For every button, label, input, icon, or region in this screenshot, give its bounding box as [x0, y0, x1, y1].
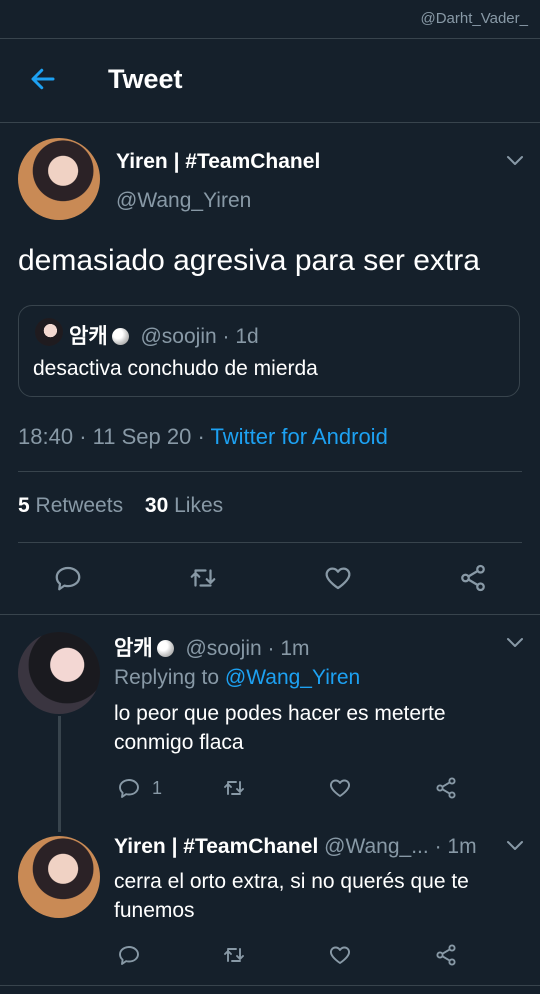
- reply-text: cerra el orto extra, si no querés que te…: [114, 867, 469, 925]
- tweet-date: 11 Sep 20: [92, 424, 192, 449]
- heart-icon[interactable]: [328, 776, 352, 800]
- author-name[interactable]: Yiren | #TeamChanel: [116, 150, 320, 174]
- quoted-author-handle: @soojin: [140, 325, 217, 348]
- author-avatar[interactable]: [18, 138, 100, 220]
- reply-author-name[interactable]: Yiren | #TeamChanel: [114, 835, 318, 858]
- tweet-text: demasiado agresiva para ser extra: [18, 244, 480, 277]
- quoted-time: · 1d: [222, 325, 259, 348]
- chevron-down-icon[interactable]: [506, 840, 524, 852]
- back-arrow-icon[interactable]: [28, 64, 58, 94]
- tweet-meta: 18:40 · 11 Sep 20 · Twitter for Android: [18, 424, 388, 449]
- reply-author-handle[interactable]: @soojin: [185, 637, 261, 660]
- reply-icon[interactable]: [117, 776, 141, 800]
- chevron-down-icon[interactable]: [506, 637, 524, 649]
- share-icon[interactable]: [434, 776, 458, 800]
- reply-author-name[interactable]: 암캐: [114, 637, 153, 660]
- bottom-divider: [0, 985, 540, 986]
- section-divider: [0, 614, 540, 615]
- reply-icon[interactable]: [53, 563, 83, 593]
- heart-icon[interactable]: [323, 563, 353, 593]
- meta-divider: [18, 471, 522, 472]
- tweet-time: 18:40: [18, 424, 74, 449]
- retweet-icon[interactable]: [188, 563, 218, 593]
- thread-connector-line: [58, 716, 61, 832]
- quoted-tweet-card[interactable]: 암캐 @soojin · 1d desactiva conchudo de mi…: [18, 305, 520, 397]
- header-divider: [0, 122, 540, 123]
- reply-text-line: funemos: [114, 899, 195, 922]
- reply-text: lo peor que podes hacer es meterte conmi…: [114, 699, 446, 757]
- reply-header: Yiren | #TeamChanel @Wang_... · 1m: [114, 835, 477, 859]
- quoted-avatar: [35, 318, 63, 346]
- watermark-text: @Darht_Vader_: [420, 10, 528, 27]
- replying-to-label: Replying to: [114, 666, 220, 689]
- reply-text-line: conmigo flaca: [114, 731, 244, 754]
- reply-avatar[interactable]: [18, 836, 100, 918]
- retweets-stat[interactable]: 5 Retweets: [18, 494, 123, 517]
- reply-count: 1: [152, 778, 163, 798]
- reply-avatar[interactable]: [18, 632, 100, 714]
- reply-time: · 1m: [267, 637, 310, 660]
- retweets-count: 5: [18, 494, 30, 517]
- tweet-stats: 5 Retweets 30 Likes: [18, 494, 223, 518]
- moon-emoji-icon: [111, 328, 129, 345]
- share-icon[interactable]: [458, 563, 488, 593]
- likes-stat[interactable]: 30 Likes: [145, 494, 223, 517]
- author-handle[interactable]: @Wang_Yiren: [116, 189, 251, 213]
- reply-icon[interactable]: [117, 943, 141, 967]
- replying-to-handle[interactable]: @Wang_Yiren: [225, 666, 360, 689]
- reply-header: 암캐 @soojin · 1m: [114, 632, 310, 662]
- reply-text-line: cerra el orto extra, si no querés que te: [114, 870, 469, 893]
- retweets-label: Retweets: [35, 494, 124, 517]
- stats-divider: [18, 542, 522, 543]
- quoted-text: desactiva conchudo de mierda: [33, 357, 318, 380]
- tweet-source-link[interactable]: Twitter for Android: [211, 424, 388, 449]
- reply-author-handle[interactable]: @Wang_...: [324, 835, 429, 858]
- replying-to: Replying to @Wang_Yiren: [114, 666, 360, 690]
- likes-count: 30: [144, 494, 169, 517]
- page-title: Tweet: [108, 64, 183, 94]
- status-divider: [0, 38, 540, 39]
- heart-icon[interactable]: [328, 943, 352, 967]
- likes-label: Likes: [174, 494, 224, 517]
- quoted-author-name: 암캐: [69, 325, 108, 348]
- share-icon[interactable]: [434, 943, 458, 967]
- chevron-down-icon[interactable]: [506, 155, 524, 167]
- retweet-icon[interactable]: [222, 943, 246, 967]
- retweet-icon[interactable]: [222, 776, 246, 800]
- moon-emoji-icon: [156, 640, 174, 657]
- reply-text-line: lo peor que podes hacer es meterte: [114, 702, 446, 725]
- reply-time: · 1m: [434, 835, 477, 858]
